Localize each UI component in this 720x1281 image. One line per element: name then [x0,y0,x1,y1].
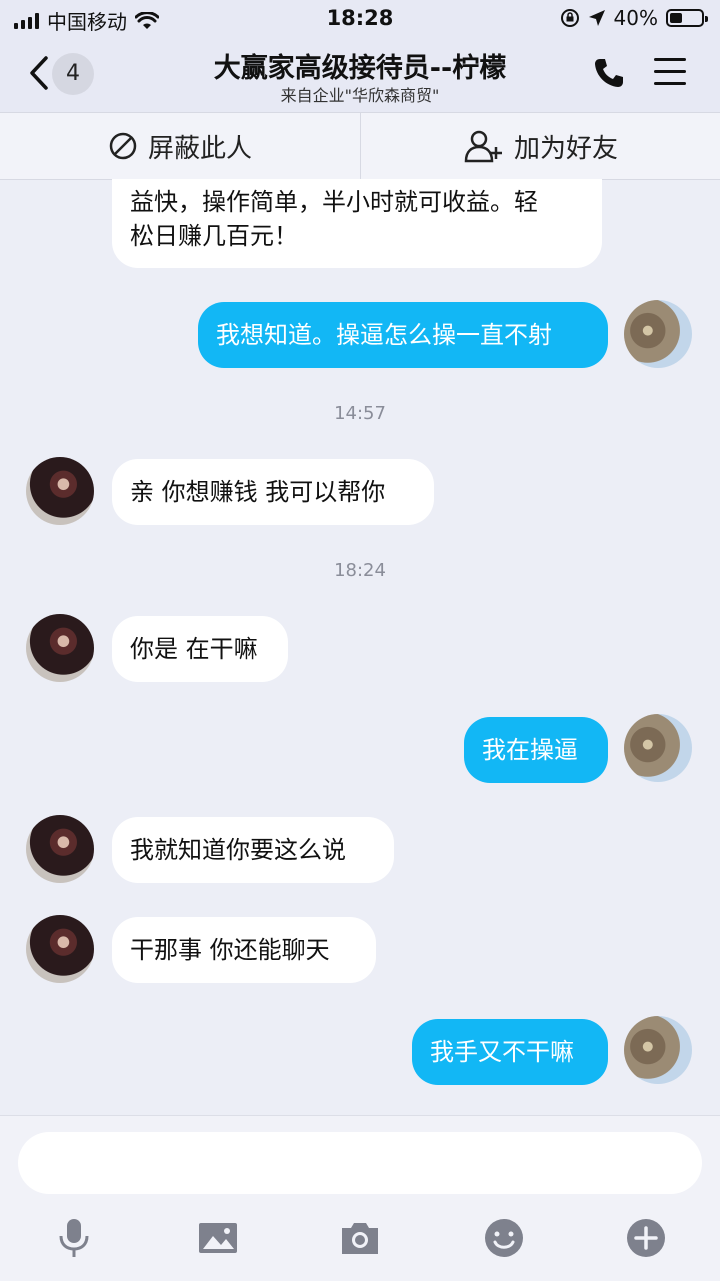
message-text: 益快，操作简单，半小时就可收益。轻 [130,188,538,216]
outgoing-message[interactable]: 我想知道。操逼怎么操一直不射 [198,302,608,368]
incoming-message[interactable]: 干那事 你还能聊天 [112,917,376,983]
action-strip: 屏蔽此人 加为好友 [0,112,720,180]
add-friend-label: 加为好友 [513,133,618,164]
phone-icon[interactable] [592,56,626,90]
contact-avatar[interactable] [26,815,94,883]
message-text: 我手又不干嘛 [430,1038,574,1066]
location-icon [588,10,605,26]
plus-icon[interactable] [624,1216,668,1260]
incoming-message[interactable]: 我就知道你要这么说 [112,817,394,883]
message-text: 我想知道。操逼怎么操一直不射 [216,321,552,349]
outgoing-message[interactable]: 我在操逼 [464,717,608,783]
incoming-message[interactable]: 益快，操作简单，半小时就可收益。轻 松日赚几百元！ [112,179,602,268]
message-text: 松日赚几百元！ [130,222,298,250]
menu-icon[interactable] [654,58,686,88]
message-text: 你是 在干嘛 [130,635,258,663]
input-bar [0,1115,720,1281]
my-avatar[interactable] [624,714,692,782]
contact-avatar[interactable] [26,457,94,525]
incoming-message[interactable]: 亲 你想赚钱 我可以帮你 [112,459,434,525]
status-bar: 中国移动 18:28 40% [0,0,720,38]
add-person-icon [464,130,502,163]
message-list[interactable]: 益快，操作简单，半小时就可收益。轻 松日赚几百元！ 我想知道。操逼怎么操一直不射… [0,179,720,1115]
my-avatar[interactable] [624,300,692,368]
contact-avatar[interactable] [26,614,94,682]
incoming-message[interactable]: 你是 在干嘛 [112,616,288,682]
timestamp: 18:24 [334,560,386,581]
block-icon [109,132,137,160]
outgoing-message[interactable]: 我手又不干嘛 [412,1019,608,1085]
add-friend-button[interactable]: 加为好友 [360,113,720,179]
camera-icon[interactable] [338,1216,382,1260]
battery-percent: 40% [613,6,658,30]
block-user-button[interactable]: 屏蔽此人 [0,113,360,179]
battery-icon [666,9,708,27]
my-avatar[interactable] [624,1016,692,1084]
message-text: 我在操逼 [482,736,578,764]
message-text: 我就知道你要这么说 [130,836,346,864]
top-bar: 中国移动 18:28 40% 4 大赢家高级接待员--柠檬 来自企业"华欣森商贸… [0,0,720,112]
microphone-icon[interactable] [52,1216,96,1260]
timestamp: 14:57 [334,403,386,424]
emoji-icon[interactable] [482,1216,526,1260]
message-text: 亲 你想赚钱 我可以帮你 [130,478,386,506]
message-text: 干那事 你还能聊天 [130,936,330,964]
image-icon[interactable] [196,1216,240,1260]
message-input[interactable] [18,1132,702,1194]
rotation-lock-icon [560,9,579,27]
contact-avatar[interactable] [26,915,94,983]
block-user-label: 屏蔽此人 [147,133,252,164]
